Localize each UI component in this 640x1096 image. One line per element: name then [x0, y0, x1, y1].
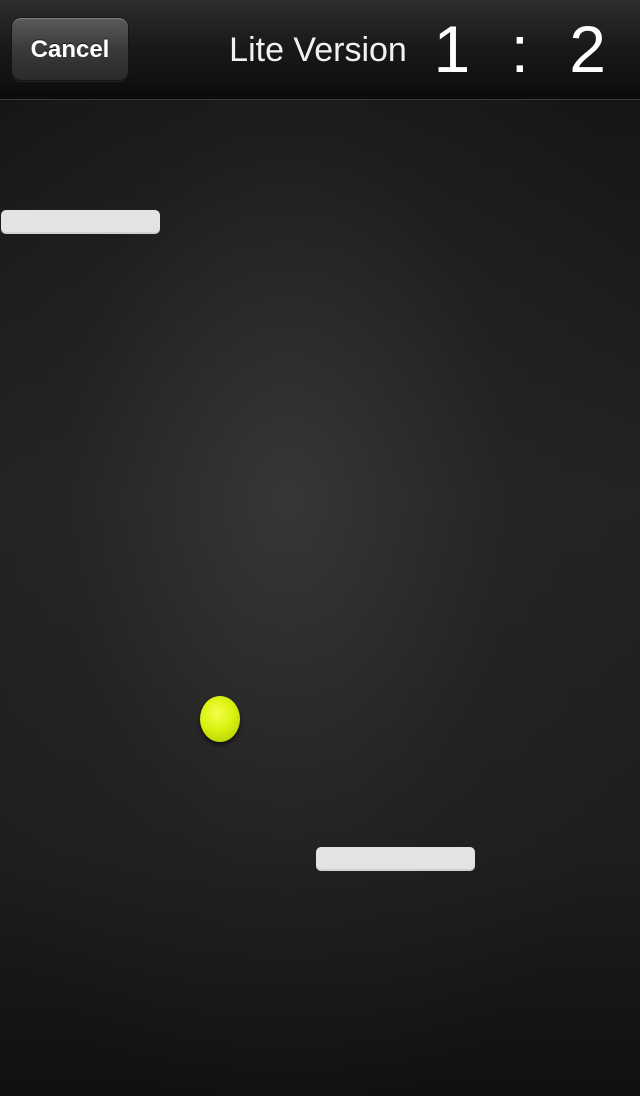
paddle-bottom[interactable] — [316, 847, 475, 871]
score-right: 2 — [569, 12, 606, 86]
top-navigation-bar: Cancel Lite Version 1 : 2 — [0, 0, 640, 100]
cancel-button[interactable]: Cancel — [11, 17, 129, 81]
tennis-ball — [200, 696, 240, 742]
score-display: 1 : 2 — [434, 0, 606, 100]
game-court[interactable] — [0, 100, 640, 1096]
score-separator: : — [510, 12, 529, 86]
paddle-top[interactable] — [1, 210, 160, 234]
page-title: Lite Version — [229, 31, 407, 69]
score-left: 1 — [433, 12, 471, 86]
game-screen: Cancel Lite Version 1 : 2 — [0, 0, 640, 1096]
